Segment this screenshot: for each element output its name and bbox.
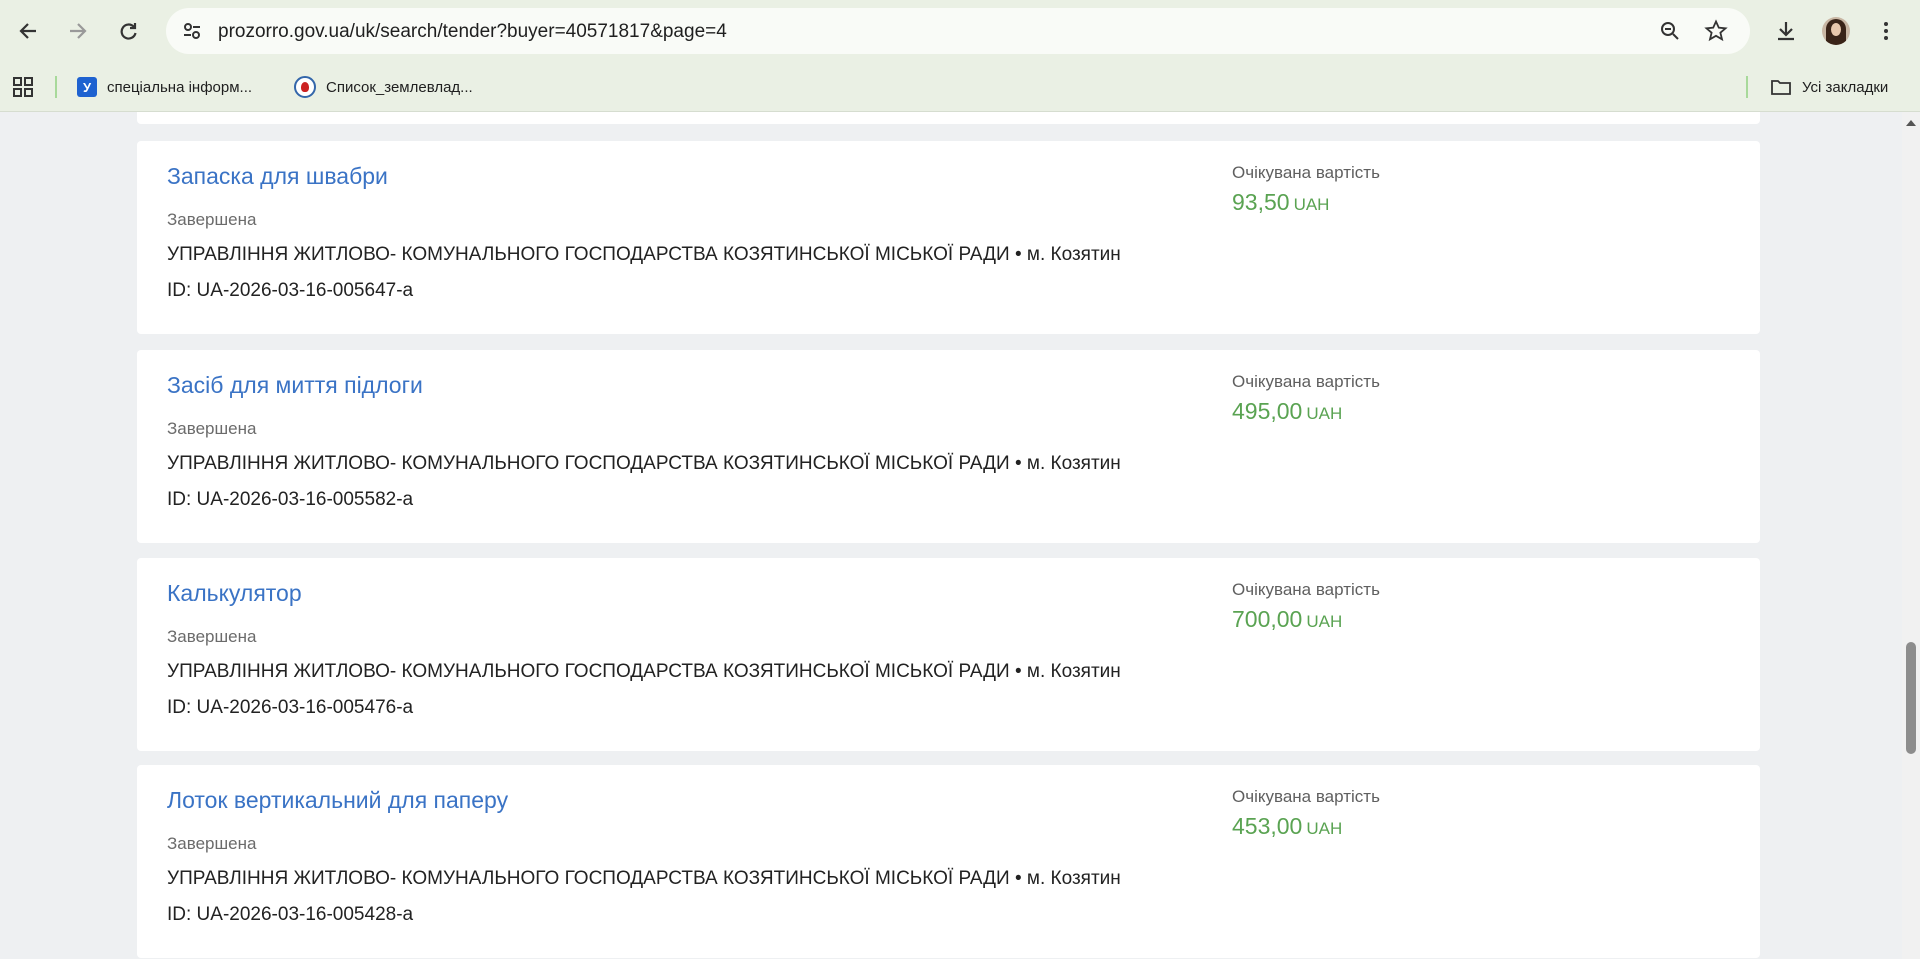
- menu-button[interactable]: [1868, 13, 1904, 49]
- tender-status: Завершена: [167, 834, 257, 853]
- avatar: [1822, 17, 1850, 45]
- tender-buyer: УПРАВЛІННЯ ЖИТЛОВО- КОМУНАЛЬНОГО ГОСПОДА…: [167, 661, 1121, 682]
- price-label: Очікувана вартість: [1232, 163, 1380, 182]
- tender-buyer: УПРАВЛІННЯ ЖИТЛОВО- КОМУНАЛЬНОГО ГОСПОДА…: [167, 868, 1121, 889]
- tender-title-link[interactable]: Запаска для швабри: [167, 163, 388, 190]
- tender-card: Запаска для швабри Завершена УПРАВЛІННЯ …: [137, 141, 1760, 334]
- forward-arrow-icon: [70, 23, 87, 39]
- profile-button[interactable]: [1818, 13, 1854, 49]
- url-text[interactable]: prozorro.gov.ua/uk/search/tender?buyer=4…: [218, 21, 727, 43]
- price-label: Очікувана вартість: [1232, 787, 1380, 806]
- price-value: 453,00: [1232, 813, 1303, 839]
- scroll-up-icon[interactable]: [1906, 120, 1916, 126]
- bookmark-item-special-info[interactable]: У спеціальна інформ...: [77, 72, 252, 102]
- tender-price: 453,00 UAH: [1232, 813, 1342, 840]
- address-bar[interactable]: prozorro.gov.ua/uk/search/tender?buyer=4…: [166, 8, 1750, 54]
- price-currency: UAH: [1293, 195, 1330, 214]
- bookmark-label: Список_землевлад...: [326, 78, 473, 96]
- all-bookmarks-button[interactable]: Усі закладки: [1770, 72, 1888, 102]
- apps-button[interactable]: [12, 72, 34, 102]
- price-currency: UAH: [1306, 612, 1343, 631]
- tender-title-link[interactable]: Засіб для миття підлоги: [167, 372, 423, 399]
- tender-card: Калькулятор Завершена УПРАВЛІННЯ ЖИТЛОВО…: [137, 558, 1760, 751]
- tender-buyer: УПРАВЛІННЯ ЖИТЛОВО- КОМУНАЛЬНОГО ГОСПОДА…: [167, 453, 1121, 474]
- apps-grid-icon: [13, 77, 33, 97]
- tender-id: ID: UA-2026-03-16-005582-a: [167, 489, 414, 510]
- tender-card: Лоток вертикальний для паперу Завершена …: [137, 765, 1760, 958]
- folder-icon: [1771, 80, 1791, 95]
- price-value: 495,00: [1232, 398, 1303, 424]
- site-info-icon[interactable]: [180, 19, 204, 43]
- tender-status: Завершена: [167, 210, 257, 229]
- forward-button[interactable]: [60, 13, 96, 49]
- bookmark-label: спеціальна інформ...: [107, 78, 253, 96]
- back-arrow-icon: [19, 23, 36, 39]
- bookmark-star-icon[interactable]: [1704, 19, 1728, 43]
- price-label: Очікувана вартість: [1232, 372, 1380, 391]
- tender-price: 93,50 UAH: [1232, 189, 1329, 216]
- price-value: 700,00: [1232, 606, 1303, 632]
- tender-price: 495,00 UAH: [1232, 398, 1342, 425]
- bookmark-item-land-owners[interactable]: Список_землевлад...: [294, 72, 473, 102]
- reload-icon: [120, 23, 137, 40]
- tender-id: ID: UA-2026-03-16-005476-a: [167, 697, 414, 718]
- scrollbar-thumb[interactable]: [1906, 642, 1916, 754]
- kebab-menu-icon: [1884, 22, 1888, 40]
- tender-id: ID: UA-2026-03-16-005428-a: [167, 904, 414, 925]
- bookmarks-separator: [1746, 76, 1748, 98]
- all-bookmarks-label: Усі закладки: [1802, 78, 1889, 96]
- page-content: Запаска для швабри Завершена УПРАВЛІННЯ …: [0, 112, 1902, 959]
- tender-id: ID: UA-2026-03-16-005647-a: [167, 280, 414, 301]
- tender-card: Засіб для миття підлоги Завершена УПРАВЛ…: [137, 350, 1760, 543]
- back-button[interactable]: [10, 13, 46, 49]
- previous-card-edge: [137, 112, 1760, 124]
- bookmarks-separator: [55, 76, 57, 98]
- tender-status: Завершена: [167, 627, 257, 646]
- reload-button[interactable]: [110, 13, 146, 49]
- price-currency: UAH: [1306, 819, 1343, 838]
- y-favicon-icon: У: [77, 77, 97, 97]
- browser-toolbar: prozorro.gov.ua/uk/search/tender?buyer=4…: [0, 0, 1920, 62]
- downloads-button[interactable]: [1768, 13, 1804, 49]
- page-scrollbar[interactable]: [1902, 112, 1920, 959]
- zoom-icon[interactable]: [1658, 19, 1682, 43]
- bookmarks-bar: У спеціальна інформ... Список_землевлад.…: [0, 62, 1920, 112]
- tender-title-link[interactable]: Калькулятор: [167, 580, 302, 607]
- tender-title-link[interactable]: Лоток вертикальний для паперу: [167, 787, 508, 814]
- tender-price: 700,00 UAH: [1232, 606, 1342, 633]
- price-value: 93,50: [1232, 189, 1290, 215]
- tender-buyer: УПРАВЛІННЯ ЖИТЛОВО- КОМУНАЛЬНОГО ГОСПОДА…: [167, 244, 1121, 265]
- price-currency: UAH: [1306, 404, 1343, 423]
- price-label: Очікувана вартість: [1232, 580, 1380, 599]
- tender-status: Завершена: [167, 419, 257, 438]
- download-icon: [1778, 22, 1794, 41]
- wikimedia-favicon-icon: [294, 76, 316, 98]
